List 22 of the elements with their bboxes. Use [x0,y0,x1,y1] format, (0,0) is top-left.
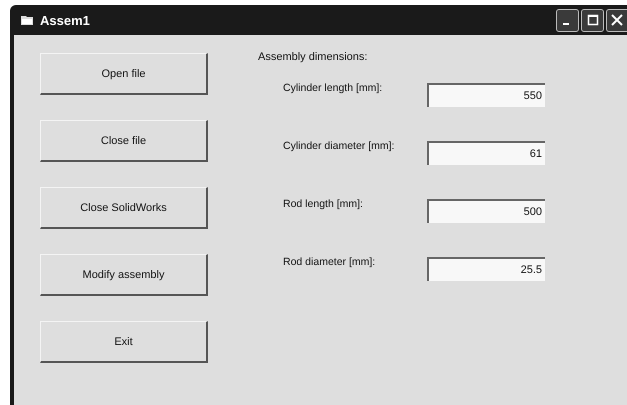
window-icon [20,14,34,26]
section-label: Assembly dimensions: [258,51,368,63]
field-label: Cylinder length [mm]: [283,82,384,94]
input-field[interactable]: 61 [427,141,545,165]
command-button[interactable]: Close SolidWorks [40,187,208,229]
field-label: Rod diameter [mm]: [283,256,376,268]
minimize-button[interactable] [556,8,579,32]
maximize-button[interactable] [581,8,604,32]
input-field[interactable]: 550 [427,83,545,107]
input-field[interactable]: 500 [427,199,545,223]
input-field[interactable]: 25.5 [427,257,545,281]
window-title: Assem1 [40,12,90,28]
maximize-icon [586,14,598,26]
field-label: Cylinder diameter [mm]: [283,140,396,152]
close-icon [610,13,624,27]
minimize-icon [562,23,568,25]
command-button[interactable]: Modify assembly [40,254,208,296]
field-label: Rod length [mm]: [283,198,364,210]
command-button[interactable]: Exit [40,321,208,363]
command-button[interactable]: Close file [40,120,208,162]
close-button[interactable] [606,8,627,32]
command-button[interactable]: Open file [40,53,208,95]
